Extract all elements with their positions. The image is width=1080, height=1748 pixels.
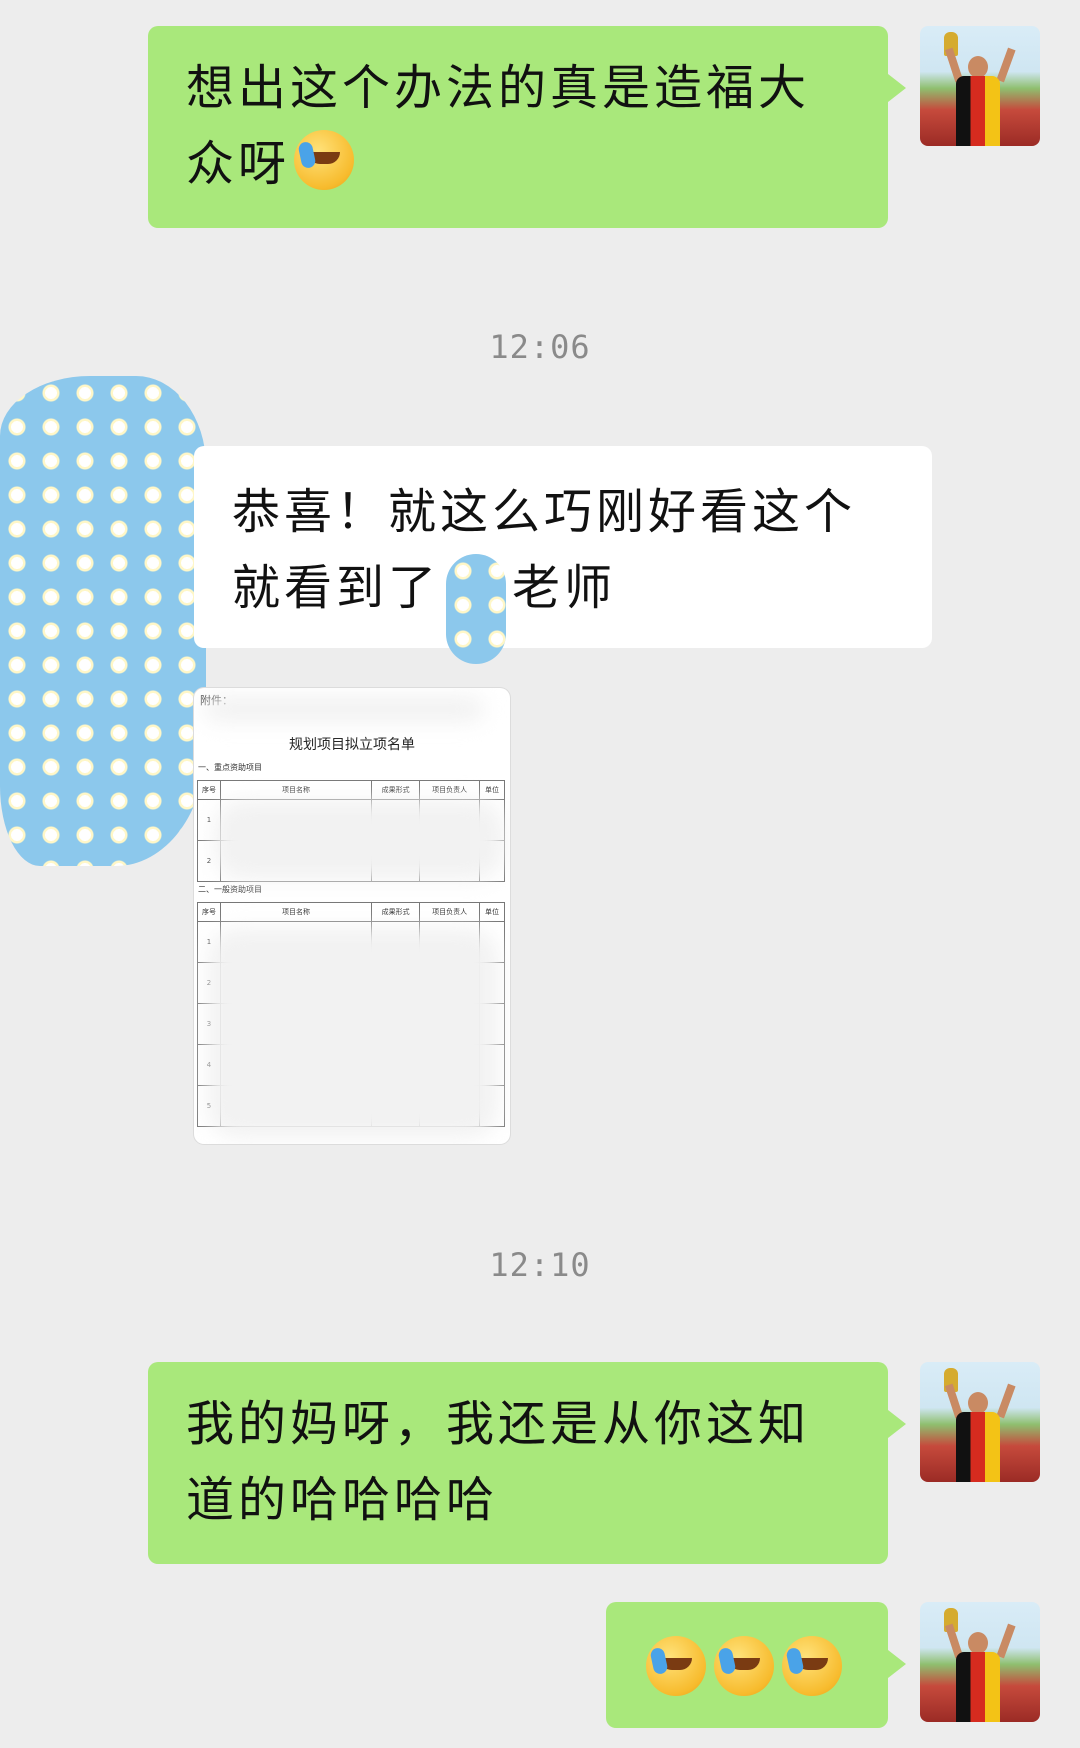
avatar-flag-body (956, 1412, 1000, 1482)
outgoing-message-3[interactable]: 我的妈呀，我还是从你这知道的哈哈哈哈 (148, 1362, 906, 1564)
avatar-head (968, 56, 988, 78)
document-image-message[interactable]: 附件： 规划项目拟立项名单 一、重点资助项目 序号 项目名称 成果形式 项目负责… (194, 688, 510, 1144)
avatar-flag-body (956, 76, 1000, 146)
tears-of-joy-emoji-icon (646, 1636, 706, 1696)
table-header: 序号 (197, 780, 221, 800)
table-header: 序号 (197, 902, 221, 922)
outgoing-message-1[interactable]: 想出这个办法的真是造福大众呀 (148, 26, 906, 228)
avatar-flag-body (956, 1652, 1000, 1722)
table-header: 项目名称 (220, 902, 372, 922)
table-header: 单位 (479, 902, 505, 922)
outgoing-message-4[interactable] (606, 1602, 906, 1728)
tears-of-joy-emoji-icon (294, 130, 355, 190)
blur-redaction (214, 800, 504, 880)
message-text-suffix: 老师 (512, 560, 617, 616)
tears-of-joy-emoji-icon (714, 1636, 774, 1696)
name-redaction-sticker (446, 554, 507, 664)
avatar-head (968, 1632, 988, 1654)
avatar-arm (996, 1623, 1016, 1659)
avatar-head (968, 1392, 988, 1414)
table-row: 序号 项目名称 成果形式 项目负责人 单位 (197, 902, 505, 922)
timestamp: 12:06 (489, 328, 591, 366)
section-heading: 一、重点资助项目 (198, 763, 262, 772)
avatar-arm (996, 47, 1016, 83)
incoming-message-2[interactable]: 恭喜！就这么巧刚好看这个就看到了 老师 (194, 446, 932, 664)
avatar-arm (996, 1383, 1016, 1419)
my-avatar[interactable] (920, 1362, 1040, 1482)
document-title: 规划项目拟立项名单 (289, 737, 415, 753)
tears-of-joy-emoji-icon (782, 1636, 842, 1696)
message-text: 想出这个办法的真是造福大众呀 (186, 60, 811, 192)
table-header: 单位 (479, 780, 505, 800)
my-avatar[interactable] (920, 26, 1040, 146)
message-text: 我的妈呀，我还是从你这知道的哈哈哈哈 (186, 1396, 811, 1528)
table-header: 项目负责人 (419, 902, 481, 922)
table-header: 项目名称 (220, 780, 372, 800)
table-header: 项目负责人 (419, 780, 481, 800)
table-row: 序号 项目名称 成果形式 项目负责人 单位 (197, 780, 505, 800)
section-heading: 二、一般资助项目 (198, 885, 262, 894)
table-header: 成果形式 (370, 902, 421, 922)
timestamp: 12:10 (489, 1246, 591, 1284)
table-header: 成果形式 (370, 780, 421, 800)
my-avatar[interactable] (920, 1602, 1040, 1722)
redaction-sticker (0, 376, 206, 866)
blur-redaction (204, 696, 484, 722)
blur-redaction (208, 928, 498, 1138)
